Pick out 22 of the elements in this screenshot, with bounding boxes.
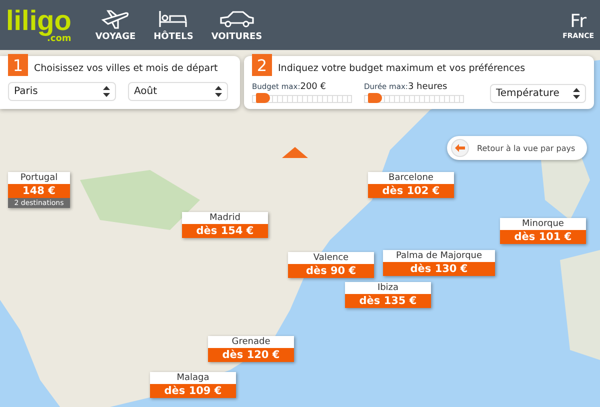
month-select[interactable]: Août bbox=[128, 82, 228, 101]
arrow-left-icon bbox=[451, 139, 469, 157]
step-number: 1 bbox=[8, 54, 28, 76]
step-number: 2 bbox=[252, 54, 272, 76]
sort-caret-icon bbox=[573, 88, 580, 99]
slider-thumb[interactable] bbox=[256, 93, 270, 103]
panel-title: Choisissez vos villes et mois de départ bbox=[34, 62, 218, 74]
nav-link[interactable]: VOITURES bbox=[211, 8, 262, 42]
nav-link[interactable]: HÔTELS bbox=[154, 8, 194, 42]
back-button[interactable]: Retour à la vue par pays bbox=[447, 136, 588, 160]
collapse-arrow-icon[interactable] bbox=[282, 146, 308, 158]
sort-caret-icon bbox=[215, 86, 222, 97]
bed-icon bbox=[158, 8, 188, 28]
city-select[interactable]: Paris bbox=[8, 82, 116, 101]
panel-title: Indiquez votre budget maximum et vos préférences bbox=[278, 62, 526, 74]
car-icon bbox=[218, 8, 255, 28]
sort-caret-icon bbox=[103, 86, 110, 97]
slider-thumb[interactable] bbox=[368, 93, 382, 103]
plane-icon bbox=[100, 8, 130, 28]
sort-select[interactable]: Température bbox=[490, 84, 586, 103]
nav-link[interactable]: VOYAGE bbox=[95, 8, 136, 42]
logo[interactable]: liligo .com bbox=[6, 6, 72, 44]
